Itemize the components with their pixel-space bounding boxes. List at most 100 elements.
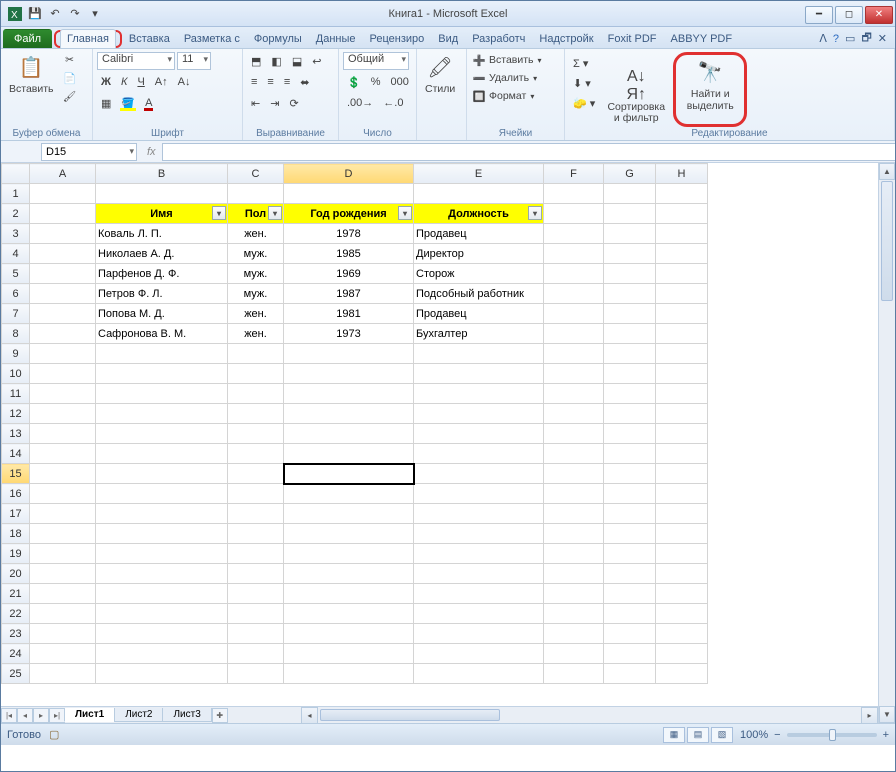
cell-E3[interactable]: Продавец	[414, 224, 544, 244]
paste-button[interactable]: 📋 Вставить	[5, 52, 58, 98]
cell-C20[interactable]	[228, 564, 284, 584]
cell-E7[interactable]: Продавец	[414, 304, 544, 324]
cell-E23[interactable]	[414, 624, 544, 644]
wrap-text-icon[interactable]: ↩	[308, 52, 325, 70]
undo-icon[interactable]: ↶	[47, 6, 63, 22]
cell-D7[interactable]: 1981	[284, 304, 414, 324]
cell-A7[interactable]	[30, 304, 96, 324]
cell-C13[interactable]	[228, 424, 284, 444]
row-header-20[interactable]: 20	[2, 564, 30, 584]
cell-C2[interactable]: Пол▾	[228, 204, 284, 224]
font-size-combo[interactable]: 11	[177, 52, 211, 70]
cell-A4[interactable]	[30, 244, 96, 264]
delete-cells-button[interactable]: ➖Удалить▾	[471, 70, 537, 86]
sheet-nav-last-icon[interactable]: ▸|	[49, 708, 65, 723]
cell-G11[interactable]	[604, 384, 656, 404]
cell-D18[interactable]	[284, 524, 414, 544]
zoom-level[interactable]: 100%	[740, 729, 768, 741]
row-header-9[interactable]: 9	[2, 344, 30, 364]
cell-G25[interactable]	[604, 664, 656, 684]
cell-B13[interactable]	[96, 424, 228, 444]
cell-A3[interactable]	[30, 224, 96, 244]
cell-A20[interactable]	[30, 564, 96, 584]
cell-B21[interactable]	[96, 584, 228, 604]
cell-B24[interactable]	[96, 644, 228, 664]
cell-D12[interactable]	[284, 404, 414, 424]
cell-D8[interactable]: 1973	[284, 324, 414, 344]
col-header-E[interactable]: E	[414, 164, 544, 184]
vscroll-thumb[interactable]	[881, 181, 893, 301]
cell-H5[interactable]	[656, 264, 708, 284]
cell-E10[interactable]	[414, 364, 544, 384]
cell-B14[interactable]	[96, 444, 228, 464]
cell-E15[interactable]	[414, 464, 544, 484]
cell-D3[interactable]: 1978	[284, 224, 414, 244]
cell-D23[interactable]	[284, 624, 414, 644]
cell-C14[interactable]	[228, 444, 284, 464]
tab-data[interactable]: Данные	[309, 29, 363, 48]
cell-F25[interactable]	[544, 664, 604, 684]
cell-F21[interactable]	[544, 584, 604, 604]
macro-record-icon[interactable]: ▢	[49, 728, 59, 741]
font-shrink-icon[interactable]: A↓	[174, 73, 195, 91]
comma-icon[interactable]: 000	[386, 73, 412, 91]
filter-button-d[interactable]: ▾	[398, 206, 412, 220]
cell-G23[interactable]	[604, 624, 656, 644]
cell-F10[interactable]	[544, 364, 604, 384]
name-box[interactable]: D15	[41, 143, 137, 161]
zoom-handle[interactable]	[829, 729, 836, 741]
cell-G14[interactable]	[604, 444, 656, 464]
cell-H25[interactable]	[656, 664, 708, 684]
cell-F7[interactable]	[544, 304, 604, 324]
row-header-23[interactable]: 23	[2, 624, 30, 644]
cell-D20[interactable]	[284, 564, 414, 584]
cell-B7[interactable]: Попова М. Д.	[96, 304, 228, 324]
row-header-11[interactable]: 11	[2, 384, 30, 404]
filter-button-c[interactable]: ▾	[268, 206, 282, 220]
row-header-17[interactable]: 17	[2, 504, 30, 524]
cell-E2[interactable]: Должность▾	[414, 204, 544, 224]
save-icon[interactable]: 💾	[27, 6, 43, 22]
cell-E20[interactable]	[414, 564, 544, 584]
ribbon-minimize-icon[interactable]: ᐱ	[819, 32, 827, 45]
cell-G20[interactable]	[604, 564, 656, 584]
cell-G12[interactable]	[604, 404, 656, 424]
cell-G22[interactable]	[604, 604, 656, 624]
formula-input[interactable]	[162, 143, 895, 161]
cell-E11[interactable]	[414, 384, 544, 404]
cell-D25[interactable]	[284, 664, 414, 684]
indent-increase-icon[interactable]: ⇥	[266, 94, 283, 112]
cell-E22[interactable]	[414, 604, 544, 624]
tab-developer[interactable]: Разработч	[465, 29, 532, 48]
cell-G21[interactable]	[604, 584, 656, 604]
font-name-combo[interactable]: Calibri	[97, 52, 175, 70]
cell-A14[interactable]	[30, 444, 96, 464]
bold-button[interactable]: Ж	[97, 73, 115, 91]
italic-button[interactable]: К	[117, 73, 131, 91]
cell-F22[interactable]	[544, 604, 604, 624]
cell-D11[interactable]	[284, 384, 414, 404]
help-icon[interactable]: ?	[833, 33, 839, 45]
merge-icon[interactable]: ⬌	[296, 73, 313, 91]
cell-B25[interactable]	[96, 664, 228, 684]
cell-C22[interactable]	[228, 604, 284, 624]
scroll-up-icon[interactable]: ▲	[879, 163, 895, 180]
row-header-12[interactable]: 12	[2, 404, 30, 424]
cell-B8[interactable]: Сафронова В. М.	[96, 324, 228, 344]
cell-D2[interactable]: Год рождения▾	[284, 204, 414, 224]
cell-B3[interactable]: Коваль Л. П.	[96, 224, 228, 244]
col-header-A[interactable]: A	[30, 164, 96, 184]
cell-C16[interactable]	[228, 484, 284, 504]
row-header-1[interactable]: 1	[2, 184, 30, 204]
cell-E8[interactable]: Бухгалтер	[414, 324, 544, 344]
cell-G17[interactable]	[604, 504, 656, 524]
col-header-H[interactable]: H	[656, 164, 708, 184]
align-left-icon[interactable]: ≡	[247, 73, 261, 91]
align-bottom-icon[interactable]: ⬓	[288, 52, 306, 70]
cell-C5[interactable]: муж.	[228, 264, 284, 284]
cell-E25[interactable]	[414, 664, 544, 684]
cell-F20[interactable]	[544, 564, 604, 584]
cell-F14[interactable]	[544, 444, 604, 464]
cell-C7[interactable]: жен.	[228, 304, 284, 324]
decimal-increase-icon[interactable]: .00→	[343, 94, 377, 112]
